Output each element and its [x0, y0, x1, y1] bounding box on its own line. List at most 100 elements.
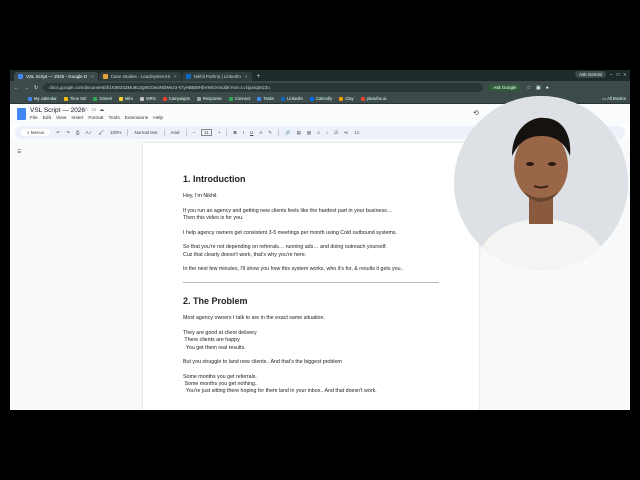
tab-linkedin[interactable]: Nikhil Pathria | LinkedIn × [181, 72, 252, 81]
bookmark-tasks[interactable]: Tasks [257, 96, 274, 101]
maximize-icon[interactable]: □ [617, 72, 620, 77]
separator [163, 129, 165, 136]
document-body[interactable]: 1. Introduction Hey, I'm Nikhil. If you … [183, 174, 443, 403]
italic-icon[interactable]: I [243, 130, 244, 135]
webcam-overlay [454, 96, 628, 270]
back-icon[interactable]: ← [14, 85, 19, 91]
bookmark-gmeet[interactable]: Gmeet [93, 96, 112, 101]
close-window-icon[interactable]: × [623, 72, 626, 77]
line-spacing-icon[interactable]: ↕ [326, 130, 328, 135]
bookmark-linkedin[interactable]: LinkedIn [281, 96, 303, 101]
close-icon[interactable]: × [245, 74, 248, 79]
horizontal-rule [183, 282, 439, 284]
bookmark-icon [196, 96, 201, 101]
clay-icon [339, 96, 344, 101]
bookmark-label: Calendly [315, 96, 333, 101]
bookmark-campaigns[interactable]: Campaigns [162, 96, 190, 101]
calendar-icon [28, 96, 32, 101]
font-size-decrease[interactable]: − [193, 130, 196, 135]
menu-file[interactable]: File [30, 116, 38, 121]
font-size-input[interactable]: 11 [201, 129, 212, 136]
calendly-icon [309, 96, 314, 101]
bullet-list-icon[interactable]: •≡ [344, 130, 348, 135]
paragraph: Some months you get referrals. Some mont… [183, 373, 377, 395]
miro-icon [119, 96, 123, 101]
font-select[interactable]: Arial [171, 130, 180, 135]
numbered-list-icon[interactable]: 1≡ [354, 130, 359, 135]
comment-icon[interactable]: ▤ [297, 130, 301, 136]
bookmark-icon [228, 96, 233, 101]
bookmark-connect[interactable]: Connect [228, 96, 251, 101]
address-bar[interactable]: docs.google.com/document/d/1Kt9I34ZMu9U2… [43, 83, 484, 92]
tab-case-studies[interactable]: Case studies - LeadSystemHi × [98, 72, 181, 81]
bookmark-label: All Bookm [607, 96, 626, 101]
print-icon[interactable]: ⎙ [76, 130, 80, 135]
spellcheck-icon[interactable]: A✓ [85, 130, 92, 136]
search-menus-label: Menus [30, 130, 45, 135]
outline-toggle-icon[interactable]: ☰ [17, 149, 21, 155]
menu-edit[interactable]: Edit [43, 116, 51, 121]
menu-insert[interactable]: Insert [71, 116, 83, 121]
bold-icon[interactable]: B [233, 130, 236, 135]
extensions-icon[interactable]: ▣ [536, 85, 541, 91]
document-title[interactable]: VSL Script — 2026 [30, 107, 85, 114]
bookmark-label: Connect [234, 96, 251, 101]
close-icon[interactable]: × [91, 74, 94, 79]
ask-gemini-button[interactable]: Ask Gemini [575, 71, 607, 78]
link-icon[interactable]: 🔗 [285, 130, 291, 136]
reload-icon[interactable]: ↻ [34, 85, 38, 91]
bookmark-label: LinkedIn [287, 96, 303, 101]
star-icon[interactable]: ☆ [526, 85, 530, 91]
bookmark-plusvibe[interactable]: plusvibe.ai [360, 96, 386, 101]
checklist-icon[interactable]: ☑ [334, 130, 338, 136]
minimize-icon[interactable]: – [610, 72, 613, 77]
bookmark-mrn[interactable]: MRN [140, 96, 156, 101]
menu-format[interactable]: Format [88, 116, 103, 121]
tabstrip-right: Ask Gemini – □ × [575, 71, 626, 78]
separator [185, 129, 187, 136]
tab-vsl-script[interactable]: VSL Script — 2026 - Google D × [14, 72, 98, 81]
font-size-increase[interactable]: + [218, 130, 221, 135]
bookmark-miro[interactable]: Miro [119, 96, 133, 101]
bookmark-time-stri[interactable]: Time Stri [63, 96, 86, 101]
image-icon[interactable]: ▨ [307, 130, 311, 136]
all-bookmarks[interactable]: ▭ All Bookm [602, 96, 626, 101]
new-tab-button[interactable]: + [253, 72, 265, 81]
forward-icon[interactable]: → [24, 85, 29, 91]
ask-google-button[interactable]: Ask Google [488, 84, 522, 91]
menu-help[interactable]: Help [153, 116, 163, 121]
bookmark-my-calendar[interactable]: My calendar [28, 96, 57, 101]
tab-title: VSL Script — 2026 - Google D [26, 74, 88, 79]
bookmark-response[interactable]: Response [196, 96, 222, 101]
underline-icon[interactable]: U [250, 130, 253, 135]
search-menus[interactable]: ⌕ Menus [21, 129, 51, 136]
menu-extensions[interactable]: Extensions [125, 116, 148, 121]
bookmark-icon [162, 96, 167, 101]
menu-tools[interactable]: Tools [109, 116, 120, 121]
highlight-icon[interactable]: ✎ [268, 130, 272, 136]
zoom-select[interactable]: 100% [110, 130, 122, 135]
meet-icon [93, 96, 98, 101]
document-page[interactable]: 1. Introduction Hey, I'm Nikhil. If you … [143, 143, 479, 410]
menu-view[interactable]: View [56, 116, 66, 121]
text-color-icon[interactable]: A [259, 130, 262, 135]
profile-icon[interactable]: ● [546, 85, 549, 91]
tasks-icon [257, 96, 262, 101]
separator [278, 129, 280, 136]
tab-title: Case studies - LeadSystemHi [110, 74, 171, 79]
separator [127, 129, 129, 136]
paragraph: They are good at client delivery There c… [183, 330, 257, 351]
undo-icon[interactable]: ↶ [56, 130, 60, 136]
docs-logo-icon[interactable] [17, 108, 26, 120]
align-icon[interactable]: ≡ [317, 130, 320, 135]
redo-icon[interactable]: ↷ [66, 130, 70, 136]
bookmark-calendly[interactable]: Calendly [309, 96, 333, 101]
cloud-icon[interactable]: ☁ [99, 107, 107, 113]
style-select[interactable]: Normal text [134, 130, 157, 135]
bookmark-clay[interactable]: Clay [339, 96, 354, 101]
history-icon[interactable]: ⟲ [473, 109, 479, 117]
paragraph: Hey, I'm Nikhil. [183, 193, 218, 199]
bookmark-icon [63, 96, 68, 101]
paint-format-icon[interactable]: 🖌 [98, 130, 104, 136]
close-icon[interactable]: × [174, 74, 177, 79]
